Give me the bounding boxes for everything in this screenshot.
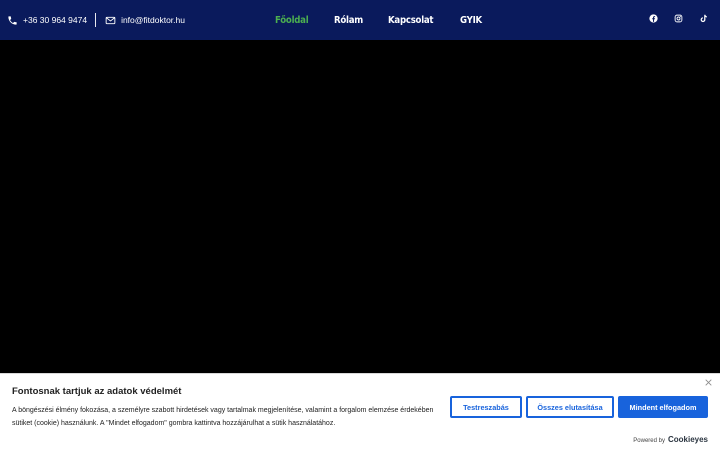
- close-icon[interactable]: [705, 379, 712, 386]
- reject-all-button[interactable]: Összes elutasítása: [526, 396, 614, 418]
- cookie-description: A böngészési élmény fokozása, a személyr…: [12, 407, 434, 427]
- powered-by: Powered by Cookieyes: [633, 435, 708, 444]
- cookieyes-logo[interactable]: Cookieyes: [668, 435, 708, 444]
- contact-divider: [95, 13, 97, 27]
- mail-icon: [105, 16, 116, 24]
- top-header: +36 30 964 9474 info@fitdoktor.hu Főolda…: [0, 0, 720, 40]
- customize-button[interactable]: Testreszabás: [450, 396, 522, 418]
- page: +36 30 964 9474 info@fitdoktor.hu Főolda…: [0, 0, 720, 450]
- facebook-icon[interactable]: [649, 13, 658, 23]
- phone-link[interactable]: +36 30 964 9474: [7, 15, 87, 26]
- phone-number: +36 30 964 9474: [23, 15, 88, 25]
- phone-icon: [8, 15, 17, 25]
- nav-item-contact[interactable]: Kapcsolat: [388, 15, 434, 26]
- instagram-icon[interactable]: [674, 14, 683, 23]
- cookie-banner: Fontosnak tartjuk az adatok védelmét A b…: [0, 373, 720, 450]
- social-links: [633, 0, 708, 36]
- cookie-title: Fontosnak tartjuk az adatok védelmét: [12, 386, 182, 397]
- main-nav: Főoldal Rólam Kapcsolat GYIK: [275, 0, 506, 40]
- email-address: info@fitdoktor.hu: [121, 15, 185, 25]
- nav-item-about[interactable]: Rólam: [334, 15, 363, 26]
- contact-bar: +36 30 964 9474 info@fitdoktor.hu: [7, 0, 185, 40]
- email-link[interactable]: info@fitdoktor.hu: [105, 15, 185, 26]
- nav-item-faq[interactable]: GYIK: [460, 15, 482, 26]
- nav-item-home[interactable]: Főoldal: [275, 15, 309, 26]
- powered-by-label: Powered by: [633, 438, 665, 444]
- tiktok-icon[interactable]: [699, 14, 708, 23]
- accept-all-button[interactable]: Mindent elfogadom: [618, 396, 708, 418]
